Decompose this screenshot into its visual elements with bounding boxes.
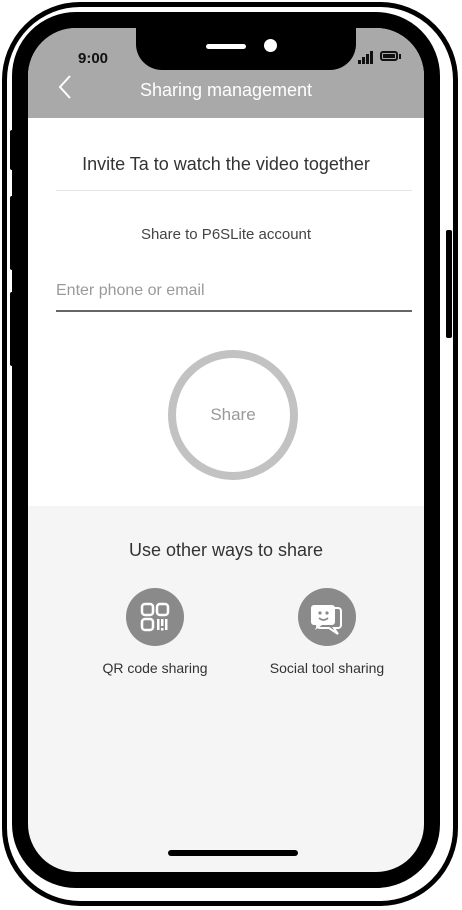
nav-bar: 9:00 Sharing management <box>28 28 424 118</box>
power-button <box>446 230 452 338</box>
share-button[interactable]: Share <box>168 350 298 480</box>
qr-code-sharing-label: QR code sharing <box>102 660 208 676</box>
qr-code-sharing-option[interactable]: QR code sharing <box>80 588 230 676</box>
home-indicator <box>168 850 298 856</box>
battery-icon <box>380 51 398 61</box>
other-ways-title: Use other ways to share <box>128 540 324 560</box>
battery-tip <box>399 54 401 59</box>
status-icons <box>358 50 408 64</box>
cellular-signal-icon <box>358 50 376 64</box>
app-screen: 9:00 Sharing management Invite Ta to wat… <box>28 28 424 872</box>
share-to-label: Share to P6SLite account <box>140 226 312 243</box>
invite-title: Invite Ta to watch the video together <box>82 154 370 174</box>
page-title: Sharing management <box>139 80 313 100</box>
qr-code-icon <box>126 588 184 646</box>
speaker-grille <box>206 44 246 49</box>
social-tool-sharing-option[interactable]: Social tool sharing <box>252 588 402 676</box>
phone-email-input[interactable] <box>56 272 412 312</box>
invite-card: Invite Ta to watch the video together Sh… <box>28 118 424 506</box>
phone-screen: 9:00 Sharing management Invite Ta to wat… <box>12 12 440 888</box>
camera-notch <box>136 28 356 70</box>
chevron-left-icon[interactable] <box>52 72 80 102</box>
share-button-label: Share <box>210 405 256 424</box>
status-time: 9:00 <box>78 50 109 67</box>
front-camera <box>264 39 277 52</box>
social-tool-sharing-label: Social tool sharing <box>269 660 385 676</box>
divider <box>56 190 412 191</box>
chat-bubbles-icon <box>298 588 356 646</box>
